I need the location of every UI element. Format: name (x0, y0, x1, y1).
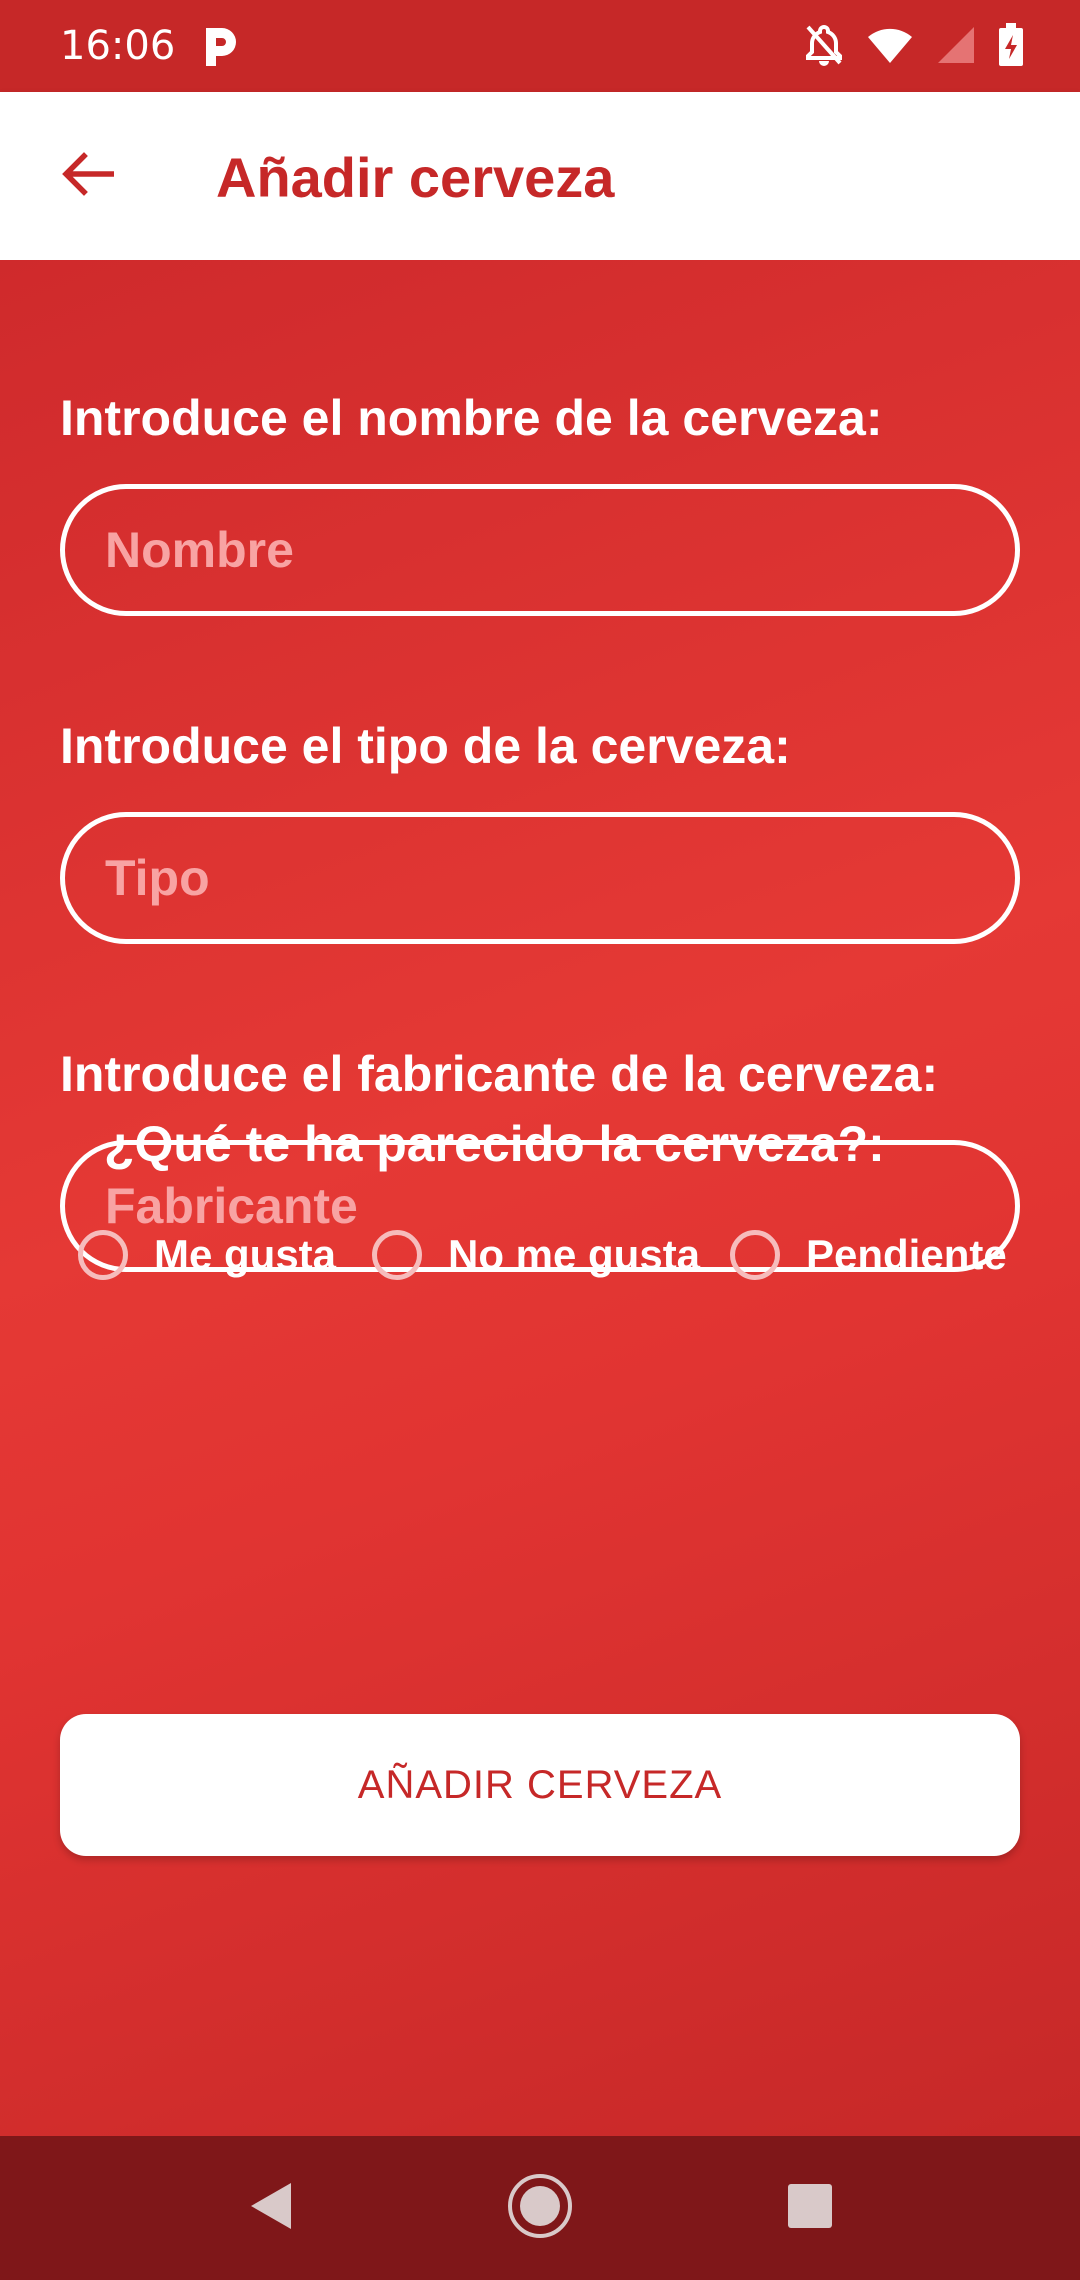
radio-label: Me gusta (154, 1231, 337, 1278)
radio-no-me-gusta[interactable]: No me gusta (372, 1222, 700, 1288)
nav-recents-icon (787, 2183, 833, 2234)
battery-charging-icon (998, 22, 1024, 72)
nav-home-icon (506, 2172, 574, 2245)
wifi-icon (866, 25, 914, 70)
radio-circle-icon (372, 1230, 422, 1280)
type-label: Introduce el tipo de la cerveza: (60, 718, 791, 774)
type-input[interactable] (60, 812, 1020, 944)
form-content: Introduce el nombre de la cerveza: Intro… (0, 260, 1080, 2136)
notifications-off-icon (804, 23, 844, 72)
radio-pendiente[interactable]: Pendiente (730, 1222, 1007, 1288)
radio-label: Pendiente (806, 1231, 1007, 1278)
navigation-bar (0, 2136, 1080, 2280)
arrow-back-icon (62, 151, 115, 201)
radio-circle-icon (78, 1230, 128, 1280)
maker-label: Introduce el fabricante de la cerveza: (60, 1046, 939, 1102)
name-label: Introduce el nombre de la cerveza: (60, 390, 883, 446)
radio-label: No me gusta (448, 1231, 701, 1278)
nav-back-icon (247, 2181, 293, 2236)
page-title: Añadir cerveza (216, 146, 615, 209)
cell-signal-icon (936, 25, 976, 70)
nav-home-button[interactable] (492, 2166, 588, 2250)
nav-recents-button[interactable] (762, 2166, 858, 2250)
opinion-radio-group: Me gusta No me gusta Pendiente (78, 1222, 1038, 1288)
nav-back-button[interactable] (222, 2166, 318, 2250)
opinion-question: ¿Qué te ha parecido la cerveza?: (104, 1116, 885, 1172)
status-icons (804, 22, 1024, 72)
radio-circle-icon (730, 1230, 780, 1280)
name-input[interactable] (60, 484, 1020, 616)
status-bar: 16:06 (0, 0, 1080, 92)
app-bar: Añadir cerveza (0, 92, 1080, 260)
status-time: 16:06 (60, 23, 176, 69)
back-button[interactable] (40, 128, 136, 224)
add-beer-button[interactable]: AÑADIR CERVEZA (60, 1714, 1020, 1856)
parking-app-icon (200, 24, 240, 70)
radio-me-gusta[interactable]: Me gusta (78, 1222, 336, 1288)
